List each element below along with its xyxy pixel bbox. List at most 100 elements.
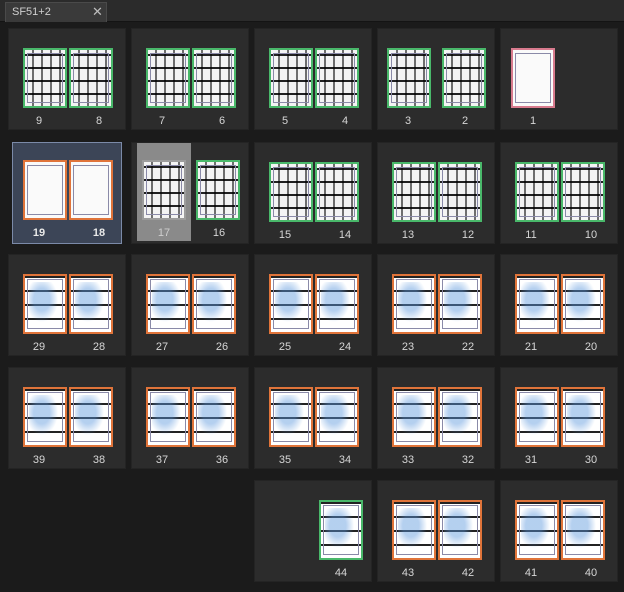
page-number: 36: [215, 454, 229, 466]
spread-41-40[interactable]: 41 40: [500, 480, 618, 582]
page-22-thumbnail[interactable]: [438, 274, 482, 334]
page-4-thumbnail[interactable]: [315, 48, 359, 108]
spread-13-12[interactable]: 13 12: [377, 142, 495, 244]
spread-29-28[interactable]: 29 28: [8, 254, 126, 356]
page-44-thumbnail[interactable]: [319, 500, 363, 560]
tab-label: SF51+2: [12, 6, 51, 18]
spread-25-24[interactable]: 25 24: [254, 254, 372, 356]
page-37-thumbnail[interactable]: [146, 387, 190, 447]
page-38-thumbnail[interactable]: [69, 387, 113, 447]
spread-44[interactable]: 44: [254, 480, 372, 582]
page-number: 19: [32, 227, 46, 239]
page-43-thumbnail[interactable]: [392, 500, 436, 560]
page-number: 7: [158, 115, 166, 127]
page-number: 1: [529, 115, 537, 127]
spread-17-16[interactable]: 17 16: [131, 142, 249, 244]
page-7-thumbnail[interactable]: [146, 48, 190, 108]
page-35-thumbnail[interactable]: [269, 387, 313, 447]
page-number: 17: [157, 227, 171, 239]
page-16-thumbnail[interactable]: [196, 160, 240, 220]
page-2-thumbnail[interactable]: [442, 48, 486, 108]
page-30-thumbnail[interactable]: [561, 387, 605, 447]
page-42-thumbnail[interactable]: [438, 500, 482, 560]
page-39-thumbnail[interactable]: [23, 387, 67, 447]
page-20-thumbnail[interactable]: [561, 274, 605, 334]
spread-39-38[interactable]: 39 38: [8, 367, 126, 469]
page-thumbnail-grid: 9 8 7 6 5 4 3 2 1 19 18 17 16 15 14 13 1…: [0, 22, 624, 592]
page-number: 31: [524, 454, 538, 466]
page-5-thumbnail[interactable]: [269, 48, 313, 108]
page-9-thumbnail[interactable]: [23, 48, 67, 108]
spread-35-34[interactable]: 35 34: [254, 367, 372, 469]
page-24-thumbnail[interactable]: [315, 274, 359, 334]
page-number: 12: [461, 229, 475, 241]
page-15-thumbnail[interactable]: [269, 162, 313, 222]
spread-23-22[interactable]: 23 22: [377, 254, 495, 356]
page-number: 34: [338, 454, 352, 466]
page-14-thumbnail[interactable]: [315, 162, 359, 222]
page-number: 27: [155, 341, 169, 353]
page-26-thumbnail[interactable]: [192, 274, 236, 334]
page-18-thumbnail[interactable]: [69, 160, 113, 220]
page-29-thumbnail[interactable]: [23, 274, 67, 334]
page-41-thumbnail[interactable]: [515, 500, 559, 560]
spread-43-42[interactable]: 43 42: [377, 480, 495, 582]
spread-31-30[interactable]: 31 30: [500, 367, 618, 469]
page-21-thumbnail[interactable]: [515, 274, 559, 334]
spread-1[interactable]: 1: [500, 28, 618, 130]
page-28-thumbnail[interactable]: [69, 274, 113, 334]
page-19-thumbnail[interactable]: [23, 160, 67, 220]
page-6-thumbnail[interactable]: [192, 48, 236, 108]
page-36-thumbnail[interactable]: [192, 387, 236, 447]
page-number: 43: [401, 567, 415, 579]
page-17-thumbnail[interactable]: [142, 160, 186, 220]
page-11-thumbnail[interactable]: [515, 162, 559, 222]
close-icon[interactable]: ✕: [92, 4, 103, 20]
page-number: 30: [584, 454, 598, 466]
page-number: 20: [584, 341, 598, 353]
page-10-thumbnail[interactable]: [561, 162, 605, 222]
page-number: 44: [334, 567, 348, 579]
page-number: 28: [92, 341, 106, 353]
spread-3-2[interactable]: 3 2: [377, 28, 495, 130]
page-number: 21: [524, 341, 538, 353]
page-number: 35: [278, 454, 292, 466]
page-number: 15: [278, 229, 292, 241]
spread-15-14[interactable]: 15 14: [254, 142, 372, 244]
page-25-thumbnail[interactable]: [269, 274, 313, 334]
spread-27-26[interactable]: 27 26: [131, 254, 249, 356]
spread-21-20[interactable]: 21 20: [500, 254, 618, 356]
page-number: 6: [218, 115, 226, 127]
page-3-thumbnail[interactable]: [387, 48, 431, 108]
page-31-thumbnail[interactable]: [515, 387, 559, 447]
page-8-thumbnail[interactable]: [69, 48, 113, 108]
spread-37-36[interactable]: 37 36: [131, 367, 249, 469]
tab-sf51[interactable]: SF51+2 ✕: [5, 2, 107, 22]
page-number: 32: [461, 454, 475, 466]
page-number: 25: [278, 341, 292, 353]
page-number: 39: [32, 454, 46, 466]
page-27-thumbnail[interactable]: [146, 274, 190, 334]
page-23-thumbnail[interactable]: [392, 274, 436, 334]
page-number: 26: [215, 341, 229, 353]
page-number: 33: [401, 454, 415, 466]
spread-7-6[interactable]: 7 6: [131, 28, 249, 130]
spread-5-4[interactable]: 5 4: [254, 28, 372, 130]
page-1-thumbnail[interactable]: [511, 48, 555, 108]
page-number: 24: [338, 341, 352, 353]
spread-9-8[interactable]: 9 8: [8, 28, 126, 130]
page-40-thumbnail[interactable]: [561, 500, 605, 560]
page-number: 29: [32, 341, 46, 353]
page-number: 23: [401, 341, 415, 353]
page-13-thumbnail[interactable]: [392, 162, 436, 222]
page-33-thumbnail[interactable]: [392, 387, 436, 447]
page-12-thumbnail[interactable]: [438, 162, 482, 222]
spread-19-18-selected[interactable]: 19 18: [12, 142, 122, 244]
page-34-thumbnail[interactable]: [315, 387, 359, 447]
page-number: 9: [35, 115, 43, 127]
spread-33-32[interactable]: 33 32: [377, 367, 495, 469]
spread-11-10[interactable]: 11 10: [500, 142, 618, 244]
page-number: 3: [404, 115, 412, 127]
page-32-thumbnail[interactable]: [438, 387, 482, 447]
page-number: 42: [461, 567, 475, 579]
